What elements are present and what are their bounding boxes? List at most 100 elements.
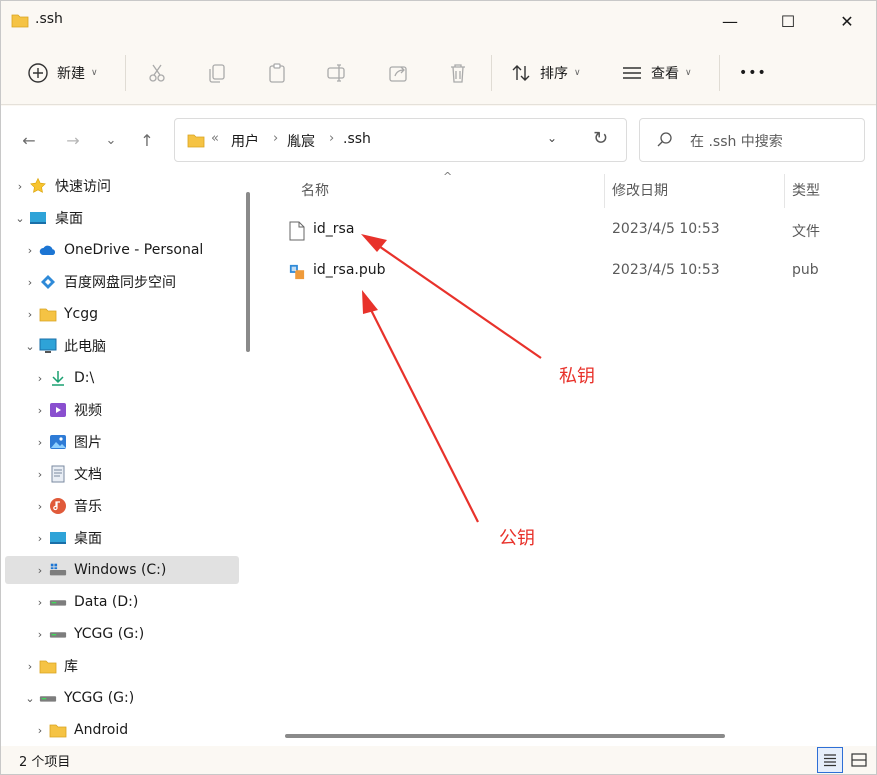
chevron-right-icon[interactable]: › — [33, 404, 47, 417]
sidebar-item[interactable]: › 图片 — [5, 428, 239, 456]
forward-button[interactable]: → — [61, 128, 85, 152]
chevron-right-icon[interactable]: › — [33, 436, 47, 449]
private-key-arrow — [372, 241, 542, 359]
breadcrumb-ssh[interactable]: .ssh — [343, 131, 371, 147]
chevron-right-icon[interactable]: › — [33, 468, 47, 481]
breadcrumb-users[interactable]: 用户 — [231, 131, 259, 151]
search-input[interactable]: 在 .ssh 中搜索 — [690, 131, 783, 151]
documents-icon — [49, 465, 67, 483]
window-title: .ssh — [35, 11, 63, 27]
up-button[interactable]: ↑ — [135, 128, 159, 152]
sidebar-item[interactable]: › OneDrive - Personal — [5, 236, 239, 264]
chevron-down-icon[interactable]: ⌄ — [547, 131, 557, 145]
chevron-down-icon[interactable]: ⌄ — [13, 212, 27, 225]
horizontal-scrollbar[interactable] — [285, 734, 725, 738]
sidebar-item-label: 此电脑 — [64, 339, 106, 355]
sidebar-item[interactable]: › 文档 — [5, 460, 239, 488]
baidu-icon — [39, 273, 57, 291]
paste-button[interactable] — [266, 55, 288, 91]
refresh-icon[interactable]: ↻ — [593, 128, 608, 149]
sidebar-item-label: YCGG (G:) — [74, 626, 145, 642]
folder-icon — [49, 721, 67, 739]
sidebar-item[interactable]: › Data (D:) — [5, 588, 239, 616]
delete-button[interactable] — [447, 55, 469, 91]
tiles-view-button[interactable] — [846, 747, 872, 773]
overflow-icon[interactable]: « — [211, 131, 219, 146]
command-bar: 新建 ∨ 排序 ∨ 查看 ∨ ••• — [1, 41, 876, 105]
recent-locations-button[interactable]: ⌄ — [99, 128, 123, 152]
minimize-button[interactable]: — — [701, 1, 759, 41]
sidebar-item-label: 视频 — [74, 403, 102, 419]
chevron-down-icon: ∨ — [91, 68, 98, 78]
rename-button[interactable] — [326, 55, 348, 91]
sidebar-item[interactable]: ⌄ 此电脑 — [5, 332, 239, 360]
chevron-right-icon[interactable]: › — [23, 660, 37, 673]
chevron-right-icon[interactable]: › — [23, 276, 37, 289]
chevron-right-icon[interactable]: › — [13, 180, 27, 193]
title-bar[interactable]: .ssh — ☐ ✕ — [1, 1, 876, 41]
close-icon: ✕ — [840, 11, 854, 31]
sidebar-item-label: 图片 — [74, 435, 102, 451]
new-button[interactable]: 新建 ∨ — [27, 55, 98, 91]
sidebar-item-label: 桌面 — [55, 211, 83, 227]
chevron-right-icon[interactable]: › — [33, 596, 47, 609]
star-icon — [29, 177, 47, 195]
chevron-right-icon[interactable]: › — [23, 308, 37, 321]
sidebar-scrollbar[interactable] — [246, 192, 250, 352]
sidebar-item[interactable]: › 百度网盘同步空间 — [5, 268, 239, 296]
arrowhead — [362, 290, 378, 314]
address-bar[interactable]: « 用户 › 胤宸 › .ssh ⌄ ↻ — [174, 118, 627, 162]
share-button[interactable] — [387, 55, 409, 91]
chevron-down-icon[interactable]: ⌄ — [23, 340, 37, 353]
breadcrumb-user[interactable]: 胤宸 — [287, 131, 315, 151]
trash-icon — [451, 64, 465, 83]
sidebar-item-label: 音乐 — [74, 499, 102, 515]
view-button[interactable]: 查看 ∨ — [621, 55, 692, 91]
sidebar-item[interactable]: › 视频 — [5, 396, 239, 424]
close-button[interactable]: ✕ — [818, 1, 876, 41]
sidebar-item[interactable]: › 桌面 — [5, 524, 239, 552]
sidebar-item[interactable]: › D:\ — [5, 364, 239, 392]
sidebar-item[interactable]: › Android — [5, 716, 239, 744]
maximize-icon: ☐ — [780, 11, 796, 31]
sidebar-item[interactable]: › 库 — [5, 652, 239, 680]
cut-button[interactable] — [146, 55, 168, 91]
back-button[interactable]: ← — [17, 128, 41, 152]
chevron-down-icon[interactable]: ⌄ — [23, 692, 37, 705]
public-key-label: 公钥 — [499, 528, 535, 549]
sidebar-item[interactable]: ⌄ YCGG (G:) — [5, 684, 239, 712]
sidebar-item-label: 桌面 — [74, 531, 102, 547]
file-list: ^ 名称 修改日期 类型 id_rsa 2023/4/5 10:53 文件 id… — [263, 170, 876, 746]
onedrive-icon — [39, 241, 57, 259]
sidebar-item-label: OneDrive - Personal — [64, 242, 204, 258]
copy-button[interactable] — [206, 55, 228, 91]
sort-button[interactable]: 排序 ∨ — [510, 55, 581, 91]
private-key-label: 私钥 — [559, 366, 595, 387]
navigation-bar: ← → ⌄ ↑ « 用户 › 胤宸 › .ssh ⌄ ↻ 在 .ssh 中搜索 — [1, 106, 876, 172]
plus-circle-icon — [28, 63, 48, 83]
sidebar-item-label: 百度网盘同步空间 — [64, 275, 176, 291]
breadcrumb-separator: › — [273, 131, 279, 146]
chevron-right-icon[interactable]: › — [33, 372, 47, 385]
more-options-button[interactable]: ••• — [739, 55, 767, 91]
divider — [125, 55, 126, 91]
sidebar-item[interactable]: › Windows (C:) — [5, 556, 239, 584]
chevron-right-icon[interactable]: › — [33, 724, 47, 737]
chevron-right-icon[interactable]: › — [23, 244, 37, 257]
navigation-pane: › 快速访问 ⌄ 桌面 › OneDrive - Personal › 百度网盘同步空间 › Yc… — [1, 172, 263, 746]
chevron-down-icon: ∨ — [685, 68, 692, 78]
search-box[interactable]: 在 .ssh 中搜索 — [639, 118, 865, 162]
sidebar-item[interactable]: › 快速访问 — [5, 172, 239, 200]
chevron-right-icon[interactable]: › — [33, 500, 47, 513]
drive-icon — [49, 593, 67, 611]
chevron-right-icon[interactable]: › — [33, 564, 47, 577]
sidebar-item[interactable]: › 音乐 — [5, 492, 239, 520]
sidebar-item[interactable]: ⌄ 桌面 — [5, 204, 239, 232]
details-view-button[interactable] — [817, 747, 843, 773]
sort-icon — [512, 65, 530, 81]
chevron-right-icon[interactable]: › — [33, 532, 47, 545]
sidebar-item[interactable]: › YCGG (G:) — [5, 620, 239, 648]
chevron-right-icon[interactable]: › — [33, 628, 47, 641]
sidebar-item[interactable]: › Ycgg — [5, 300, 239, 328]
maximize-button[interactable]: ☐ — [759, 1, 817, 41]
